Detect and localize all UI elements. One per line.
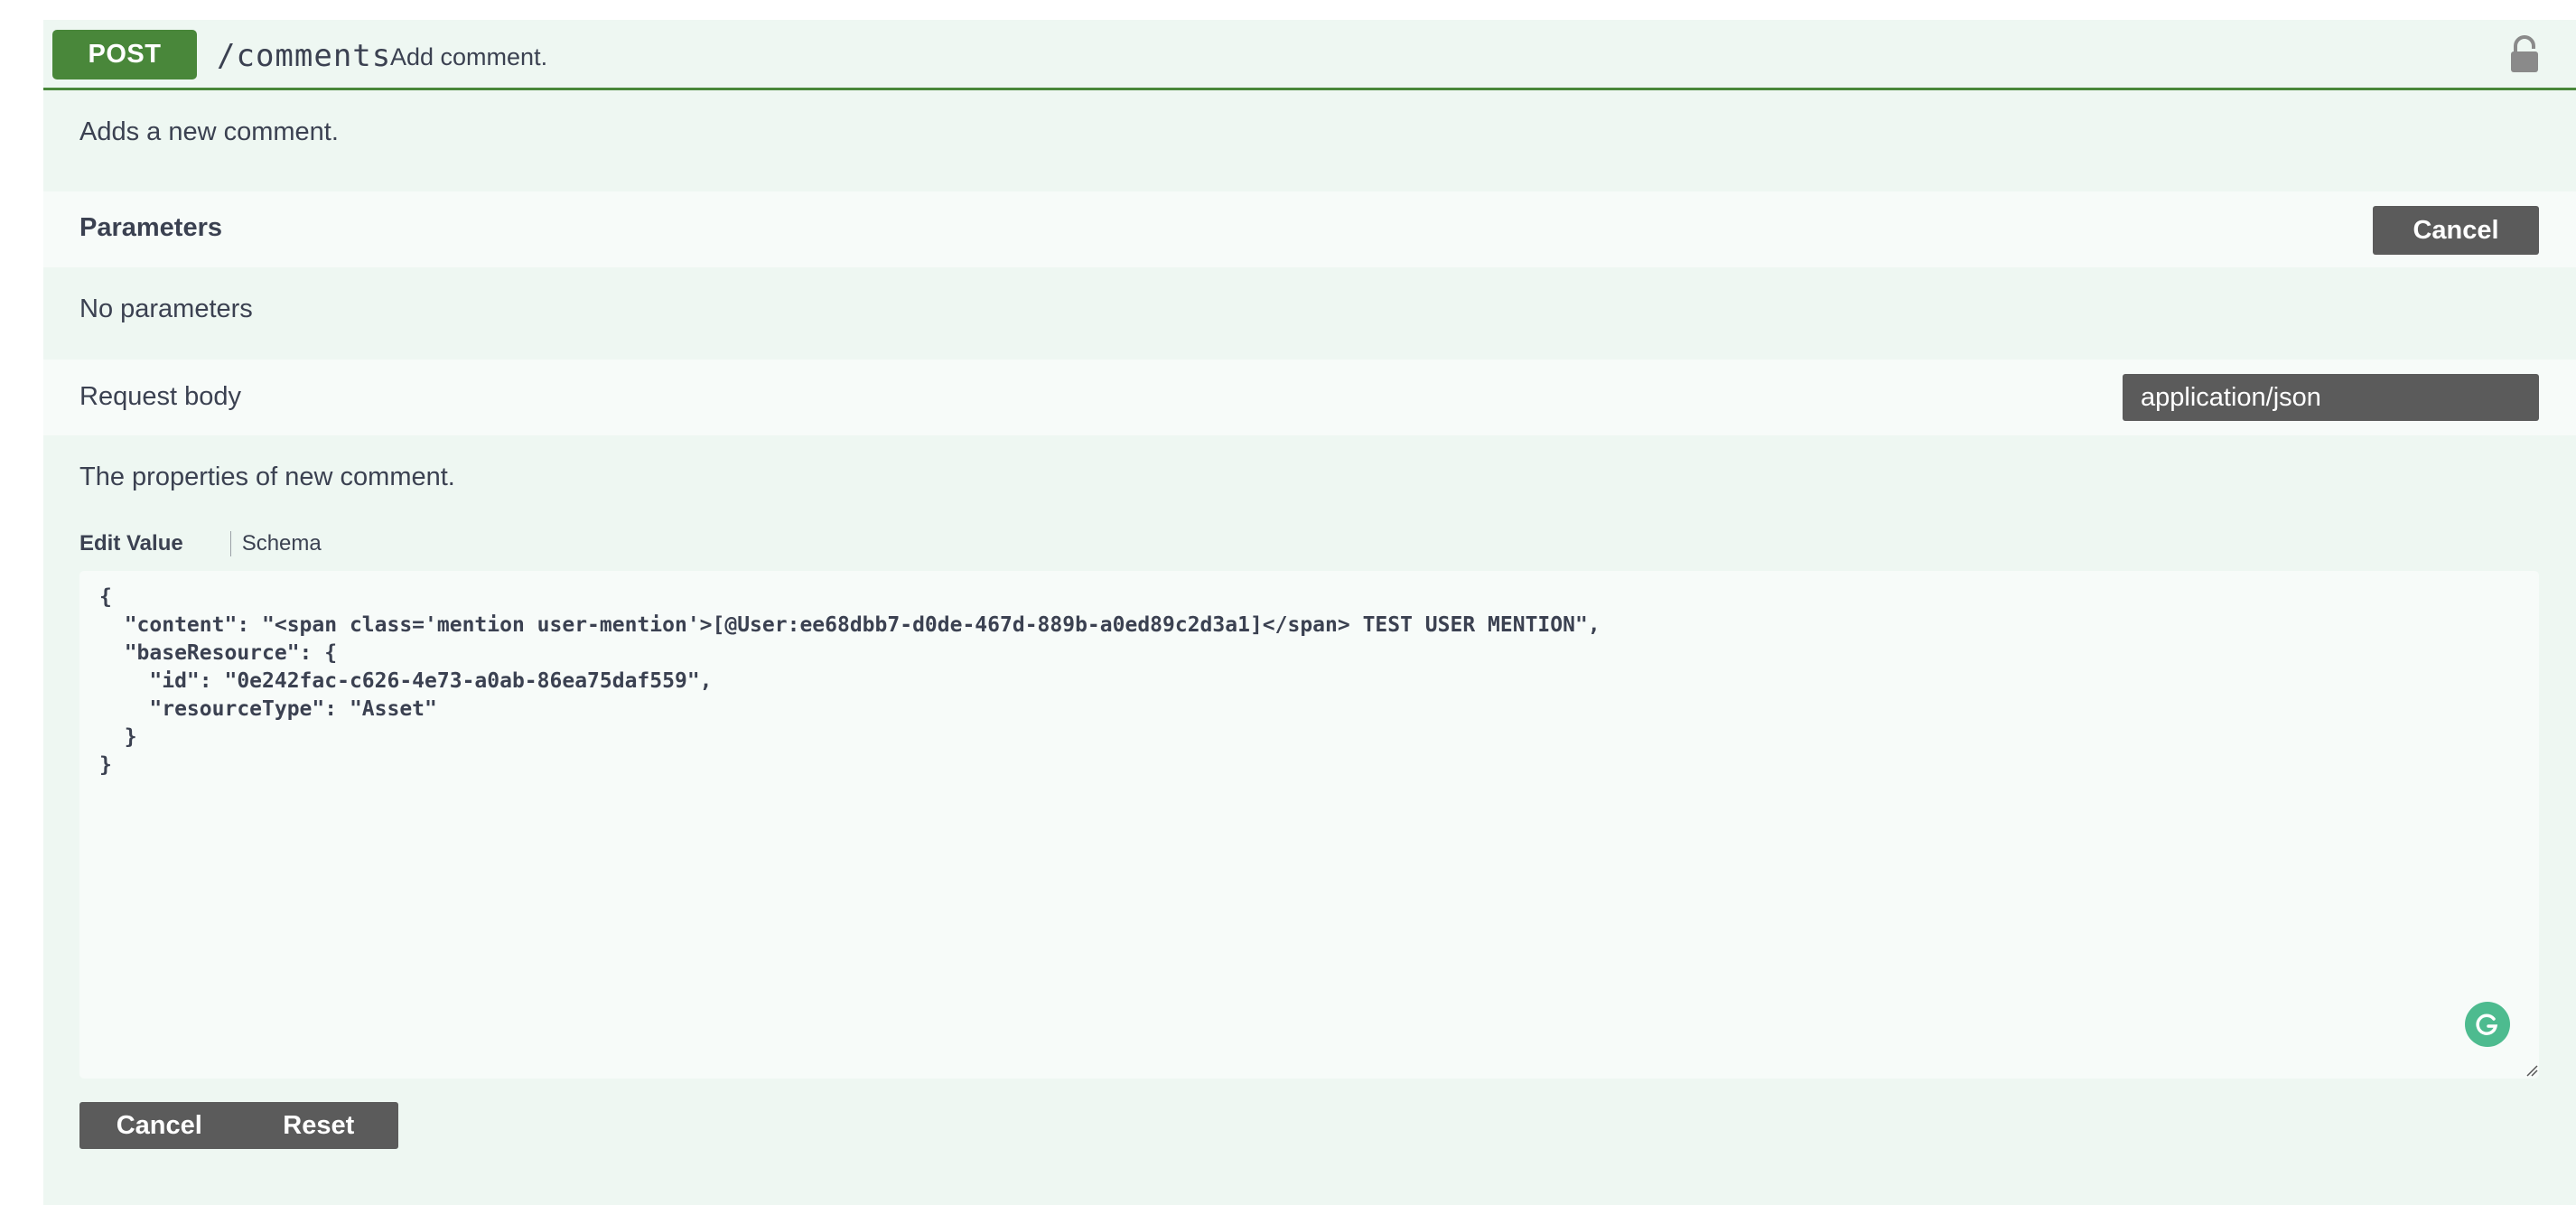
lock-icon[interactable] (2506, 34, 2543, 74)
endpoint-path: /comments (217, 38, 392, 74)
execute-button-group: Cancel Reset (79, 1102, 398, 1149)
tab-edit-value[interactable]: Edit Value (79, 531, 230, 556)
opblock-post-comments: POST /comments Add comment. Adds a new c… (43, 20, 2576, 1205)
swagger-page: POST /comments Add comment. Adds a new c… (0, 0, 2576, 1205)
request-body-title: Request body (79, 382, 241, 411)
request-body-description: The properties of new comment. (79, 462, 455, 491)
opblock-summary[interactable]: POST /comments Add comment. (43, 20, 2576, 90)
body-tabs: Edit Value Schema (79, 526, 322, 562)
tab-divider (229, 531, 231, 556)
tab-schema[interactable]: Schema (242, 531, 322, 556)
method-badge: POST (52, 30, 197, 79)
resize-handle-icon[interactable] (2525, 1064, 2538, 1077)
grammarly-icon[interactable] (2465, 1002, 2510, 1047)
content-type-select[interactable]: application/json (2123, 374, 2539, 421)
parameters-title: Parameters (79, 213, 222, 242)
request-body-editor[interactable]: { "content": "<span class='mention user-… (79, 571, 2539, 1079)
parameters-header (43, 191, 2576, 267)
endpoint-description: Adds a new comment. (79, 117, 339, 146)
no-parameters-text: No parameters (79, 294, 253, 323)
cancel-button[interactable]: Cancel (79, 1111, 239, 1141)
cancel-try-out-button[interactable]: Cancel (2373, 206, 2539, 255)
endpoint-summary: Add comment. (390, 43, 548, 70)
reset-button[interactable]: Reset (239, 1111, 399, 1141)
